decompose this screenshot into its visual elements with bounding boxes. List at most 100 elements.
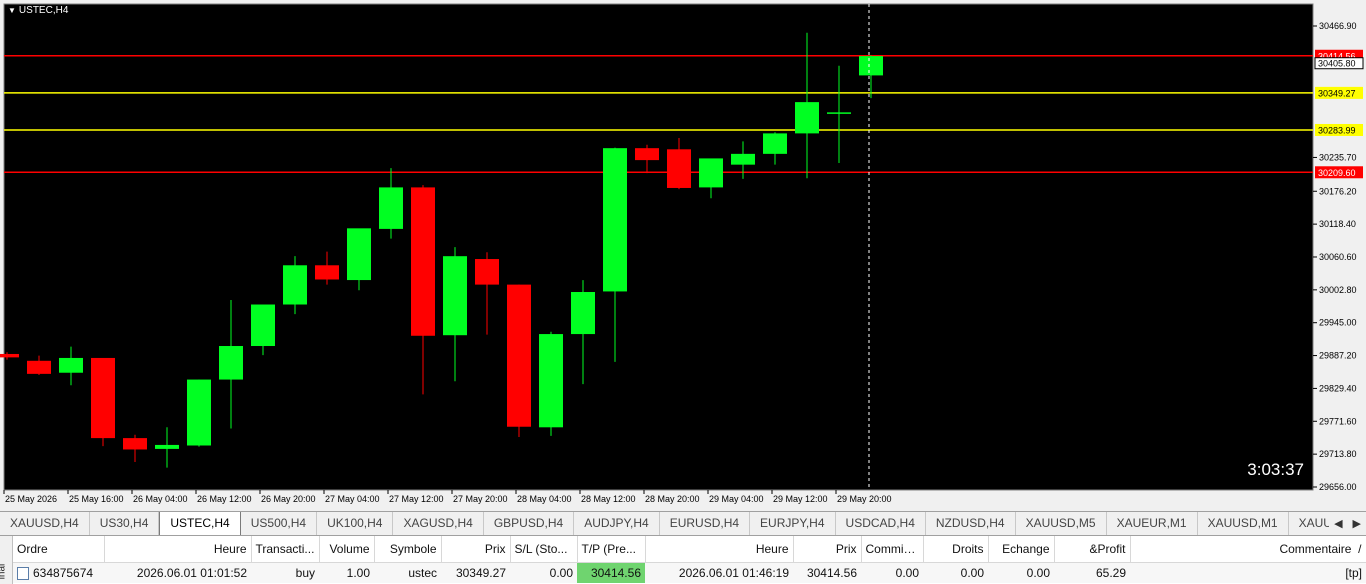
time-tick-label: 27 May 04:00 [325, 494, 380, 504]
time-tick-label: 26 May 20:00 [261, 494, 316, 504]
tab-usdcad-h4[interactable]: USDCAD,H4 [836, 512, 926, 535]
bear-candle [507, 284, 531, 427]
time-tick-label: 29 May 12:00 [773, 494, 828, 504]
col-header-commission[interactable]: Commis... [861, 536, 924, 563]
bull-candle [155, 444, 179, 449]
col-header-prix-close[interactable]: Prix [793, 536, 862, 563]
col-header-droits[interactable]: Droits [923, 536, 989, 563]
bull-candle [443, 256, 467, 336]
bear-candle [667, 149, 691, 188]
price-tick-label: 30002.80 [1319, 285, 1357, 295]
bull-candle [379, 187, 403, 229]
bear-candle [635, 148, 659, 161]
tab-nzdusd-h4[interactable]: NZDUSD,H4 [926, 512, 1016, 535]
time-tick-label: 26 May 12:00 [197, 494, 252, 504]
price-tick-label: 30176.20 [1319, 186, 1357, 196]
bull-candle [539, 334, 563, 428]
tab-xauusd-m1[interactable]: XAUUSD,M1 [1198, 512, 1289, 535]
chart-tab-bar: XAUUSD,H4 US30,H4 USTEC,H4 US500,H4 UK100,H4… [0, 511, 1366, 535]
bear-candle [315, 265, 339, 280]
tab-xaueur-m1[interactable]: XAUEUR,M1 [1107, 512, 1198, 535]
col-header-heure[interactable]: Heure [104, 536, 252, 563]
cell-heure-close: 2026.06.01 01:46:19 [645, 562, 793, 583]
scroll-left-icon[interactable]: ◀ [1329, 512, 1347, 534]
bull-candle [219, 346, 243, 380]
time-tick-label: 26 May 04:00 [133, 494, 188, 504]
bear-candle [475, 259, 499, 285]
price-tick-label: 29829.40 [1319, 383, 1357, 393]
col-header-sl[interactable]: S/L (Sto... [510, 536, 578, 563]
table-header-row: Ordre Heure Transacti... Volume Symbole … [13, 536, 1366, 563]
time-tick-label: 27 May 12:00 [389, 494, 444, 504]
terminal-side-text: inal [0, 563, 8, 580]
col-header-heure-close[interactable]: Heure [645, 536, 794, 563]
tab-gbpusd-h4[interactable]: GBPUSD,H4 [484, 512, 575, 535]
tab-xagusd-h4[interactable]: XAGUSD,H4 [393, 512, 484, 535]
bull-candle [603, 148, 627, 292]
scroll-right-icon[interactable]: ▶ [1348, 512, 1366, 534]
bull-candle [795, 102, 819, 134]
tab-us30-h4[interactable]: US30,H4 [90, 512, 160, 535]
table-row[interactable]: 634875674 2026.06.01 01:01:52 buy 1.00 u… [13, 562, 1366, 583]
bear-candle [411, 187, 435, 336]
price-tick-label: 29887.20 [1319, 351, 1357, 361]
col-header-echange[interactable]: Echange [988, 536, 1055, 563]
cell-ordre: 634875674 [13, 562, 104, 583]
bull-candle [347, 228, 371, 281]
time-tick-label: 25 May 2026 [5, 494, 57, 504]
tab-ustec-h4[interactable]: USTEC,H4 [159, 512, 241, 535]
time-tick-label: 29 May 04:00 [709, 494, 764, 504]
col-header-transaction[interactable]: Transacti... [251, 536, 320, 563]
cell-heure: 2026.06.01 01:01:52 [104, 562, 251, 583]
cell-commentaire: [tp] [1130, 562, 1366, 583]
price-tick-label: 29945.00 [1319, 318, 1357, 328]
level-price-label: 30283.99 [1318, 125, 1356, 135]
time-tick-label: 28 May 20:00 [645, 494, 700, 504]
bull-candle [763, 133, 787, 154]
time-tick-label: 29 May 20:00 [837, 494, 892, 504]
cell-prix: 30349.27 [441, 562, 510, 583]
bear-candle [91, 357, 115, 439]
time-tick-label: 25 May 16:00 [69, 494, 124, 504]
bar-countdown: 3:03:37 [1247, 460, 1304, 479]
tab-uk100-h4[interactable]: UK100,H4 [317, 512, 394, 535]
candlestick-chart[interactable]: 30466.90 30235.70 30176.20 30118.40 30060.60… [0, 0, 1366, 510]
col-header-prix[interactable]: Prix [441, 536, 511, 563]
col-header-symbole[interactable]: Symbole [374, 536, 442, 563]
caret-down-icon[interactable]: ▼ [8, 6, 16, 15]
tab-eurjpy-h4[interactable]: EURJPY,H4 [750, 512, 836, 535]
terminal-panel: inal Ordre Heure Transacti... Volume Sym… [0, 535, 1366, 584]
price-tick-label: 30466.90 [1319, 21, 1357, 31]
col-header-profit[interactable]: &Profit [1054, 536, 1131, 563]
bear-candle [0, 353, 19, 358]
tab-eurusd-h4[interactable]: EURUSD,H4 [660, 512, 751, 535]
cell-tp: 30414.56 [577, 562, 645, 583]
col-header-volume[interactable]: Volume [319, 536, 375, 563]
cell-echange: 0.00 [988, 562, 1054, 583]
col-header-ordre[interactable]: Ordre [13, 536, 105, 563]
bear-candle [123, 438, 147, 450]
chart-symbol-label[interactable]: ▼ USTEC,H4 [8, 5, 68, 16]
cell-volume: 1.00 [319, 562, 374, 583]
col-header-tp[interactable]: T/P (Pre... [577, 536, 646, 563]
bull-candle [827, 112, 851, 114]
cell-transaction: buy [251, 562, 319, 583]
time-tick-label: 28 May 12:00 [581, 494, 636, 504]
bull-candle [731, 153, 755, 165]
time-tick-label: 27 May 20:00 [453, 494, 508, 504]
bear-candle [27, 360, 51, 374]
col-header-commentaire[interactable]: Commentaire / [1130, 536, 1366, 563]
level-price-label: 30209.60 [1318, 168, 1356, 178]
tab-xauusd-h4[interactable]: XAUUSD,H4 [0, 512, 90, 535]
document-icon [17, 567, 29, 581]
cell-ordre-text: 634875674 [33, 565, 94, 580]
tab-xauusd-m5[interactable]: XAUUSD,M5 [1016, 512, 1107, 535]
col-header-commentaire-text: Commentaire [1279, 542, 1352, 556]
chart-window[interactable]: 30466.90 30235.70 30176.20 30118.40 30060.60… [0, 0, 1366, 510]
bull-candle [571, 292, 595, 335]
history-table: Ordre Heure Transacti... Volume Symbole … [13, 536, 1366, 583]
tab-us500-h4[interactable]: US500,H4 [241, 512, 318, 535]
tab-audjpy-h4[interactable]: AUDJPY,H4 [574, 512, 660, 535]
bid-price-label: 30405.80 [1318, 59, 1356, 69]
chart-symbol-text: USTEC,H4 [18, 5, 69, 16]
